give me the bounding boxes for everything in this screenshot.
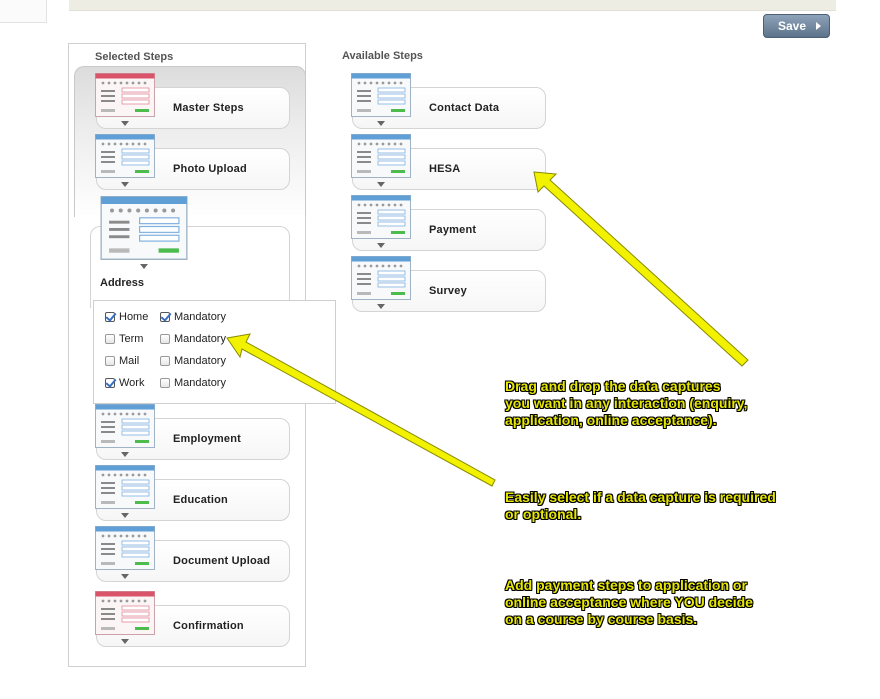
blue-form-icon	[95, 134, 155, 178]
blue-form-icon	[351, 256, 411, 300]
chevron-down-icon[interactable]	[121, 574, 129, 579]
annotation-line: Easily select if a data capture is requi…	[505, 489, 776, 505]
left-panel-fragment	[0, 0, 47, 23]
annotation-line: Add payment steps to application or	[505, 577, 747, 593]
address-mail-mandatory-checkbox[interactable]	[160, 356, 170, 366]
address-term-mandatory-checkbox[interactable]	[160, 334, 170, 344]
blue-form-icon	[95, 404, 155, 448]
annotation-line: online acceptance where YOU decide	[505, 594, 753, 610]
address-work-checkbox[interactable]	[105, 378, 115, 388]
step-label: Employment	[173, 433, 242, 445]
chevron-down-icon[interactable]	[377, 243, 385, 248]
annotation-line: you want in any interaction (enquiry,	[505, 395, 748, 411]
chevron-down-icon[interactable]	[121, 121, 129, 126]
save-label: Save	[778, 19, 807, 33]
blue-form-icon	[95, 465, 155, 509]
address-home-mandatory-label: Mandatory	[174, 311, 226, 323]
address-home-mandatory-checkbox[interactable]	[160, 312, 170, 322]
annotation-payment-steps: Add payment steps to application or onli…	[505, 577, 753, 628]
chevron-down-icon[interactable]	[121, 182, 129, 187]
step-label: Document Upload	[173, 555, 271, 567]
annotation-drag-drop: Drag and drop the data captures you want…	[505, 378, 747, 429]
address-term-checkbox[interactable]	[105, 334, 115, 344]
annotation-line: application, online acceptance).	[505, 412, 717, 428]
step-label: Payment	[429, 224, 477, 236]
blue-form-icon	[95, 526, 155, 570]
available-steps-heading: Available Steps	[342, 50, 423, 62]
blue-form-icon	[351, 73, 411, 117]
annotation-line: Drag and drop the data captures	[505, 378, 721, 394]
annotation-line: or optional.	[505, 506, 582, 522]
address-options-panel: Home Mandatory Term Mandatory Mail Manda…	[93, 300, 336, 404]
chevron-right-icon	[816, 22, 821, 30]
address-mail-label: Mail	[119, 355, 140, 367]
save-button[interactable]: Save	[763, 14, 830, 38]
chevron-down-icon[interactable]	[140, 264, 148, 269]
step-label: HESA	[429, 163, 461, 175]
annotation-line: on a course by course basis.	[505, 611, 698, 627]
blue-form-icon	[351, 134, 411, 178]
red-form-icon	[95, 591, 155, 635]
chevron-down-icon[interactable]	[377, 121, 385, 126]
chevron-down-icon[interactable]	[377, 304, 385, 309]
address-work-mandatory-checkbox[interactable]	[160, 378, 170, 388]
address-term-mandatory-label: Mandatory	[174, 333, 226, 345]
address-home-label: Home	[119, 311, 149, 323]
top-bar	[69, 0, 836, 11]
chevron-down-icon[interactable]	[121, 639, 129, 644]
address-mail-checkbox[interactable]	[105, 356, 115, 366]
arrow-to-hesa	[533, 171, 749, 367]
step-label: Master Steps	[173, 102, 244, 114]
annotation-required-optional: Easily select if a data capture is requi…	[505, 489, 776, 523]
address-work-mandatory-label: Mandatory	[174, 377, 226, 389]
step-label: Survey	[429, 285, 467, 297]
blue-form-icon	[351, 195, 411, 239]
selected-steps-heading: Selected Steps	[95, 51, 174, 63]
chevron-down-icon[interactable]	[377, 182, 385, 187]
address-work-label: Work	[119, 377, 145, 389]
address-home-checkbox[interactable]	[105, 312, 115, 322]
address-mail-mandatory-label: Mandatory	[174, 355, 226, 367]
chevron-down-icon[interactable]	[121, 452, 129, 457]
step-label: Confirmation	[173, 620, 244, 632]
blue-form-icon	[100, 196, 188, 260]
step-label: Education	[173, 494, 228, 506]
step-label: Photo Upload	[173, 163, 247, 175]
chevron-down-icon[interactable]	[121, 513, 129, 518]
address-term-label: Term	[119, 333, 144, 345]
step-address-label: Address	[100, 277, 145, 289]
step-label: Contact Data	[429, 102, 500, 114]
red-form-icon	[95, 73, 155, 117]
